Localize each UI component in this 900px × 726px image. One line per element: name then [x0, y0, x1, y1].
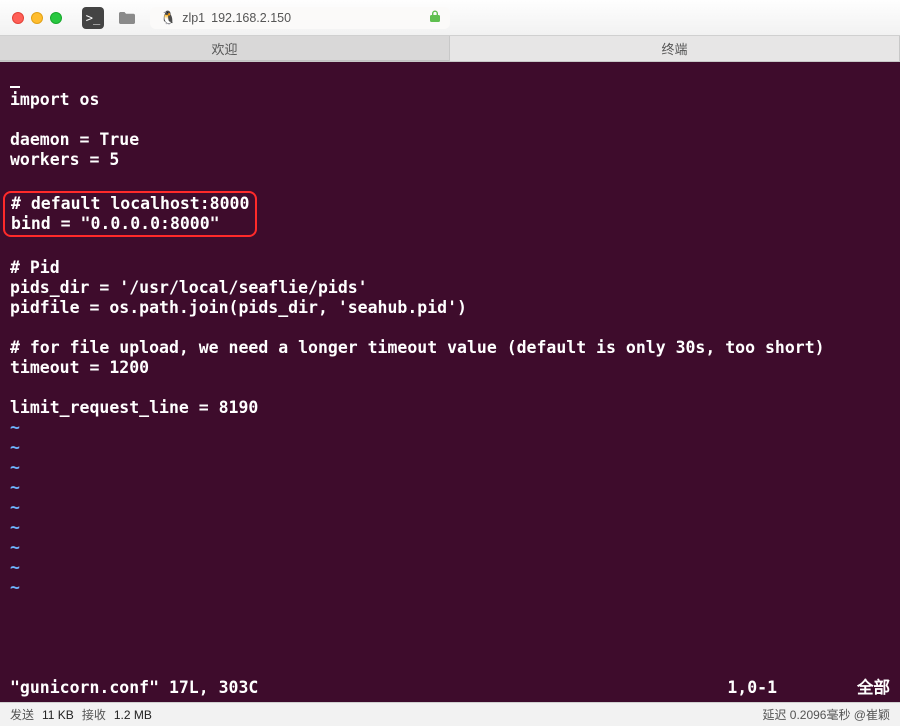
vim-tilde: ~	[10, 578, 20, 597]
vim-percent: 全部	[857, 678, 890, 698]
vim-file: "gunicorn.conf" 17L, 303C	[10, 678, 258, 698]
minimize-icon[interactable]	[31, 12, 43, 24]
code-line: bind = "0.0.0.0:8000"	[11, 214, 220, 233]
vim-position: 1,0-1	[727, 678, 777, 698]
latency-text: 延迟 0.2096毫秒 @崔颖	[762, 706, 890, 723]
close-icon[interactable]	[12, 12, 24, 24]
host-chip[interactable]: 🐧 zlp1 192.168.2.150	[150, 7, 450, 29]
code-line: # for file upload, we need a longer time…	[10, 338, 825, 357]
code-line: timeout = 1200	[10, 358, 149, 377]
tab-terminal[interactable]: 终端	[450, 36, 900, 61]
vim-tilde: ~	[10, 498, 20, 517]
recv-value: 1.2 MB	[114, 708, 152, 722]
tabbar: 欢迎 终端	[0, 36, 900, 62]
code-line: pidfile = os.path.join(pids_dir, 'seahub…	[10, 298, 467, 317]
highlight-box: # default localhost:8000 bind = "0.0.0.0…	[3, 191, 257, 237]
code-line: # default localhost:8000	[11, 194, 249, 213]
vim-tilde: ~	[10, 558, 20, 577]
send-label: 发送	[10, 706, 34, 723]
recv-label: 接收	[82, 706, 106, 723]
vim-tilde: ~	[10, 478, 20, 497]
send-value: 11 KB	[42, 708, 74, 722]
penguin-icon: 🐧	[160, 10, 176, 26]
vim-tilde: ~	[10, 458, 20, 477]
vim-tilde: ~	[10, 538, 20, 557]
window-controls	[12, 12, 62, 24]
vim-statusline: "gunicorn.conf" 17L, 303C 1,0-1 全部	[10, 678, 890, 698]
code-line: workers = 5	[10, 150, 119, 169]
zoom-icon[interactable]	[50, 12, 62, 24]
host-ip: 192.168.2.150	[211, 11, 291, 25]
lock-icon	[430, 10, 440, 25]
statusbar: 发送 11 KB 接收 1.2 MB 延迟 0.2096毫秒 @崔颖	[0, 702, 900, 726]
host-user: zlp1	[182, 11, 205, 25]
vim-tilde: ~	[10, 438, 20, 457]
cursor-icon	[10, 86, 20, 88]
tab-welcome[interactable]: 欢迎	[0, 36, 450, 61]
terminal-icon[interactable]: >_	[82, 7, 104, 29]
titlebar: >_ 🐧 zlp1 192.168.2.150	[0, 0, 900, 36]
vim-tilde: ~	[10, 418, 20, 437]
folder-icon[interactable]	[116, 7, 138, 29]
code-line: # Pid	[10, 258, 60, 277]
code-line: limit_request_line = 8190	[10, 398, 258, 417]
code-line: daemon = True	[10, 130, 139, 149]
code-line: pids_dir = '/usr/local/seaflie/pids'	[10, 278, 368, 297]
vim-tilde: ~	[10, 518, 20, 537]
terminal-view[interactable]: import os daemon = True workers = 5 # de…	[0, 62, 900, 702]
code-line: import os	[10, 90, 99, 109]
